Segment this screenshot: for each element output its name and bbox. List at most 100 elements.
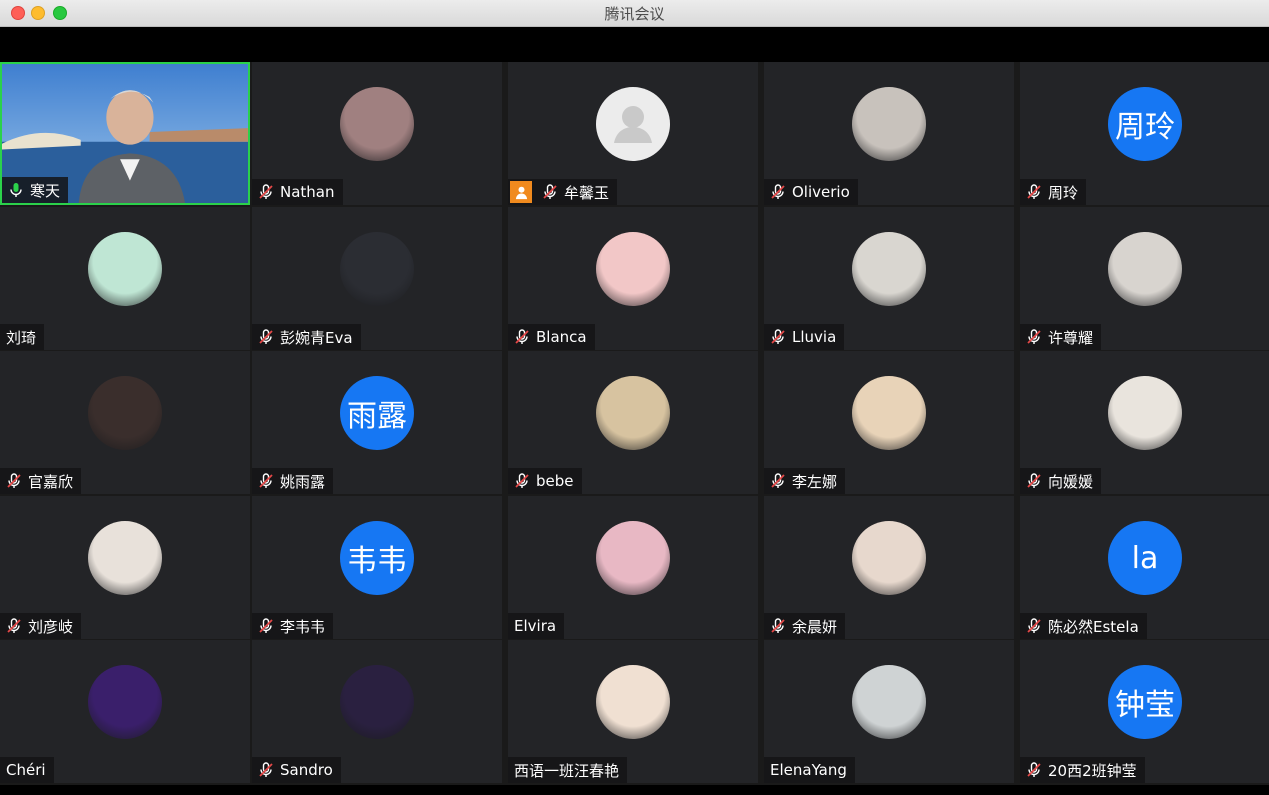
- participant-name: 刘彦岐: [28, 617, 74, 636]
- participant-name: 姚雨露: [280, 472, 326, 491]
- avatar-photo: [596, 376, 670, 450]
- mic-muted-icon: [258, 329, 274, 345]
- mic-muted-icon: [258, 473, 274, 489]
- avatar-photo: [596, 232, 670, 306]
- participant-name-bar: 彭婉青Eva: [252, 324, 361, 350]
- avatar-photo: [340, 232, 414, 306]
- mic-icon: [8, 182, 24, 198]
- participant-name-bar: Elvira: [508, 613, 565, 639]
- participant-name-bar: Sandro: [252, 757, 341, 783]
- mic-muted-icon: [6, 618, 22, 634]
- top-toolbar-area: [0, 27, 1269, 62]
- participant-tile[interactable]: 刘琦: [0, 207, 250, 350]
- mic-muted-icon: [1026, 184, 1042, 200]
- avatar-photo: [88, 521, 162, 595]
- avatar-photo: [852, 665, 926, 739]
- avatar-photo: [88, 665, 162, 739]
- bottom-edge: [0, 785, 1269, 795]
- participant-name: Lluvia: [792, 328, 837, 346]
- avatar-photo: [852, 232, 926, 306]
- participant-name-bar: 余晨妍: [764, 613, 846, 639]
- participant-name: Oliverio: [792, 183, 850, 201]
- mic-muted-icon: [514, 329, 530, 345]
- mic-muted-icon: [1026, 618, 1042, 634]
- avatar-photo: [852, 376, 926, 450]
- avatar-initials: 韦韦: [340, 521, 414, 595]
- mic-muted-icon: [770, 618, 786, 634]
- user-silhouette-icon: [596, 87, 670, 161]
- participant-name: 周玲: [1048, 183, 1079, 202]
- participant-tile[interactable]: 韦韦李韦韦: [252, 496, 502, 639]
- participant-tile[interactable]: 彭婉青Eva: [252, 207, 502, 350]
- participant-tile[interactable]: Lluvia: [764, 207, 1014, 350]
- participant-tile[interactable]: Elvira: [508, 496, 758, 639]
- participant-tile[interactable]: 李左娜: [764, 351, 1014, 494]
- avatar-photo: [596, 665, 670, 739]
- avatar-initials: 雨露: [340, 376, 414, 450]
- participant-name-bar: bebe: [508, 468, 582, 494]
- participant-name-bar: 牟馨玉: [508, 179, 618, 205]
- avatar-photo: [340, 87, 414, 161]
- avatar-photo: [88, 232, 162, 306]
- participant-name: ElenaYang: [770, 761, 847, 779]
- participant-tile[interactable]: la 陈必然Estela: [1020, 496, 1269, 639]
- participant-name-bar: 官嘉欣: [0, 468, 82, 494]
- title-bar: 腾讯会议: [0, 0, 1269, 27]
- participant-tile[interactable]: 钟莹 20西2班钟莹: [1020, 640, 1269, 783]
- mic-muted-icon: [542, 184, 558, 200]
- avatar-photo: [852, 87, 926, 161]
- participant-tile[interactable]: 雨露姚雨露: [252, 351, 502, 494]
- participant-tile[interactable]: Blanca: [508, 207, 758, 350]
- avatar-initials: 钟莹: [1108, 665, 1182, 739]
- host-badge-icon: [510, 181, 532, 203]
- participant-tile[interactable]: 许尊耀: [1020, 207, 1269, 350]
- participant-name-bar: ElenaYang: [764, 757, 855, 783]
- participant-name-bar: 寒天: [2, 177, 69, 203]
- mic-muted-icon: [770, 329, 786, 345]
- participant-gallery: 寒天 Nathan 牟馨玉 Oliverio 周玲 周玲刘琦 彭婉青Eva Blanca Llu…: [0, 62, 1269, 785]
- participant-name-bar: Oliverio: [764, 179, 858, 205]
- participant-name-bar: 刘琦: [0, 324, 45, 350]
- participant-tile[interactable]: 余晨妍: [764, 496, 1014, 639]
- participant-name: Elvira: [514, 617, 557, 635]
- participant-tile[interactable]: 西语一班汪春艳: [508, 640, 758, 783]
- participant-tile[interactable]: Nathan: [252, 62, 502, 205]
- mic-muted-icon: [1026, 762, 1042, 778]
- participant-name-bar: 李左娜: [764, 468, 846, 494]
- participant-name: Chéri: [6, 761, 46, 779]
- mic-muted-icon: [770, 473, 786, 489]
- participant-tile[interactable]: Sandro: [252, 640, 502, 783]
- participant-name: 李左娜: [792, 472, 838, 491]
- participant-name: 20西2班钟莹: [1048, 761, 1137, 780]
- avatar-photo: [596, 521, 670, 595]
- participant-name-bar: 姚雨露: [252, 468, 334, 494]
- participant-tile[interactable]: Chéri: [0, 640, 250, 783]
- participant-tile[interactable]: 牟馨玉: [508, 62, 758, 205]
- participant-name: 向媛媛: [1048, 472, 1094, 491]
- avatar-photo: [852, 521, 926, 595]
- participant-tile[interactable]: Oliverio: [764, 62, 1014, 205]
- avatar-photo: [1108, 232, 1182, 306]
- participant-name: Nathan: [280, 183, 335, 201]
- participant-tile[interactable]: 向媛媛: [1020, 351, 1269, 494]
- participant-name: bebe: [536, 472, 574, 490]
- participant-tile[interactable]: ElenaYang: [764, 640, 1014, 783]
- participant-tile[interactable]: 刘彦岐: [0, 496, 250, 639]
- window-title: 腾讯会议: [604, 5, 665, 23]
- participant-name-bar: Blanca: [508, 324, 595, 350]
- avatar-photo: [1108, 376, 1182, 450]
- participant-name: 牟馨玉: [564, 183, 610, 202]
- participant-tile[interactable]: 官嘉欣: [0, 351, 250, 494]
- participant-name-bar: 许尊耀: [1020, 324, 1102, 350]
- participant-name: 余晨妍: [792, 617, 838, 636]
- participant-tile[interactable]: 周玲 周玲: [1020, 62, 1269, 205]
- participant-name: 李韦韦: [280, 617, 326, 636]
- avatar-initials: la: [1108, 521, 1182, 595]
- participant-tile[interactable]: bebe: [508, 351, 758, 494]
- mic-muted-icon: [258, 762, 274, 778]
- participant-name: 官嘉欣: [28, 472, 74, 491]
- participant-name-bar: 20西2班钟莹: [1020, 757, 1145, 783]
- participant-name: 刘琦: [6, 328, 37, 347]
- mic-muted-icon: [770, 184, 786, 200]
- participant-tile[interactable]: 寒天: [0, 62, 250, 205]
